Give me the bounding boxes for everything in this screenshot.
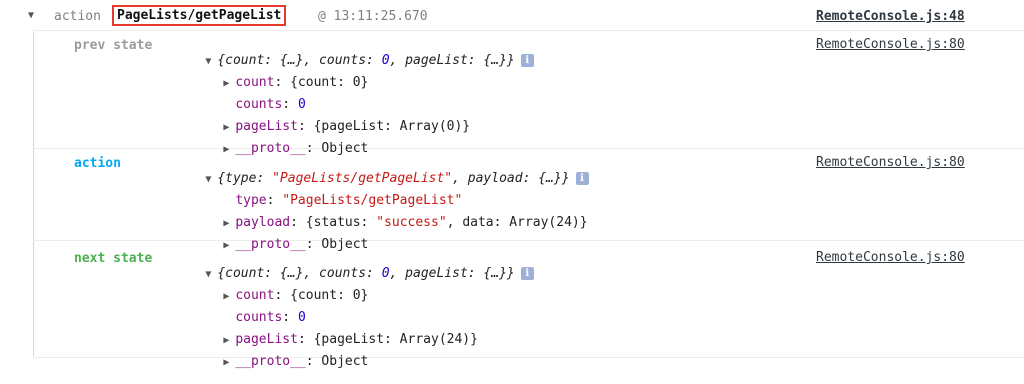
property-key: __proto__ xyxy=(235,354,306,369)
summary-number: 0 xyxy=(381,53,390,68)
action-label: action xyxy=(74,156,121,171)
summary-number: 0 xyxy=(381,266,390,281)
property-value: Object xyxy=(321,354,369,369)
summary-text: , pageList: {…}} xyxy=(389,266,515,281)
info-icon[interactable]: i xyxy=(520,267,534,280)
prev-state-label: prev state xyxy=(74,38,153,53)
tree-line-proto[interactable]: ▶ __proto__: Object xyxy=(192,339,368,384)
collapse-caret-icon[interactable]: ▼ xyxy=(28,10,40,21)
expand-caret-icon[interactable]: ▶ xyxy=(223,144,235,155)
property-value: Object xyxy=(321,141,369,156)
summary-text: , pageList: {…}} xyxy=(389,53,515,68)
row-divider xyxy=(33,357,1024,358)
info-icon[interactable]: i xyxy=(575,172,589,185)
source-link[interactable]: RemoteConsole.js:80 xyxy=(816,250,965,265)
property-key: __proto__ xyxy=(235,237,306,252)
info-icon[interactable]: i xyxy=(520,54,534,67)
action-name-highlight: PageLists/getPageList xyxy=(112,5,287,26)
expand-caret-icon[interactable]: ▶ xyxy=(223,240,235,251)
property-key: __proto__ xyxy=(235,141,306,156)
row-divider xyxy=(33,30,1024,31)
source-link[interactable]: RemoteConsole.js:48 xyxy=(816,9,965,24)
source-link[interactable]: RemoteConsole.js:80 xyxy=(816,37,965,52)
property-value-string: "success" xyxy=(376,215,447,230)
summary-text: , payload: {…}} xyxy=(452,171,570,186)
property-value: Object xyxy=(321,237,369,252)
group-indent-line xyxy=(33,31,34,356)
source-link[interactable]: RemoteConsole.js:80 xyxy=(816,155,965,170)
next-state-label: next state xyxy=(74,251,153,266)
property-value: , data: Array(24)} xyxy=(446,215,588,230)
row-divider xyxy=(33,148,1024,149)
action-prefix: action xyxy=(54,9,101,24)
action-timestamp: @ 13:11:25.670 xyxy=(318,9,428,24)
